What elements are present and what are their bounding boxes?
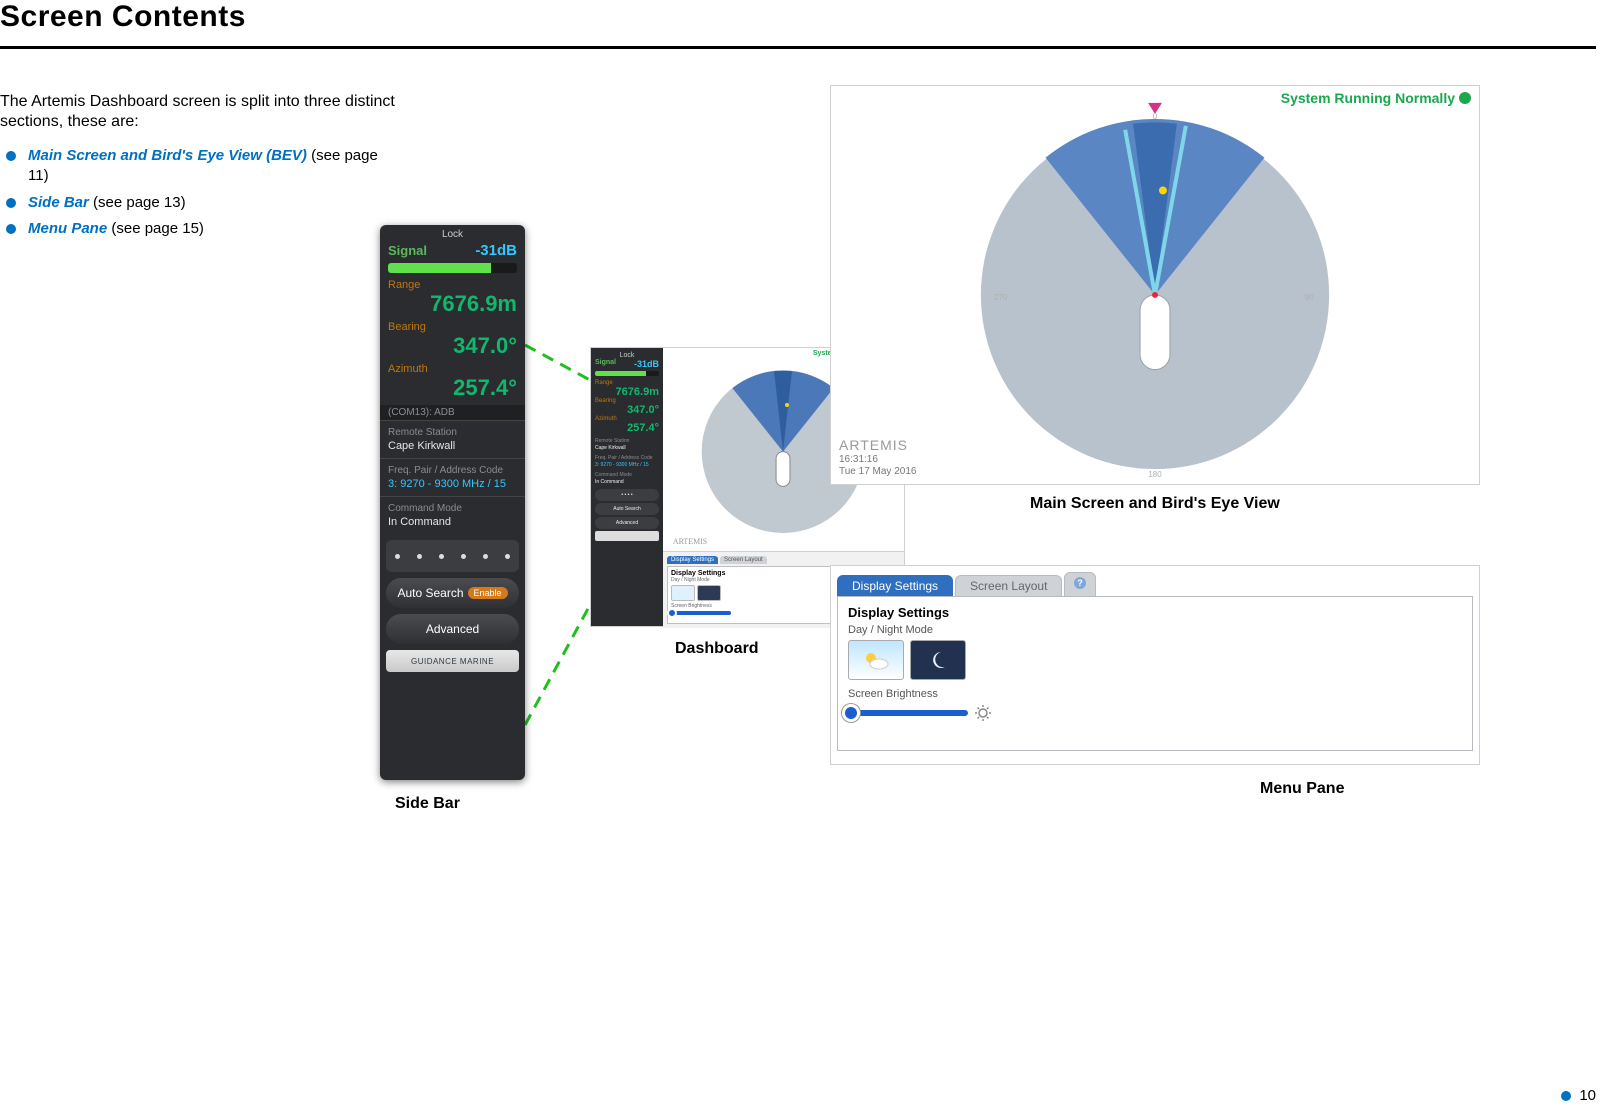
moon-icon (923, 648, 953, 672)
status-dot-icon (1459, 92, 1471, 104)
brand-badge: GUIDANCE MARINE (386, 650, 519, 672)
bearing-value: 347.0° (380, 333, 525, 363)
sidebar-panel: Lock Signal -31dB Range7676.9m Bearing34… (380, 225, 525, 780)
auto-search-label: Auto Search (397, 586, 463, 600)
freq-label: Freq. Pair / Address Code (388, 465, 517, 476)
advanced-button[interactable]: Advanced (386, 614, 519, 644)
range-label: Range (380, 279, 525, 291)
day-mode-button[interactable] (848, 640, 904, 680)
signal-bar (388, 263, 517, 273)
bullet-link: Side Bar (28, 194, 89, 211)
auto-search-button[interactable]: Auto Search Enable (386, 578, 519, 608)
bullet-sidebar: Side Bar (see page 13) (0, 193, 395, 213)
cmd-mode-value: In Command (388, 516, 517, 528)
section-bullets: Main Screen and Bird's Eye View (BEV) (s… (0, 140, 395, 245)
bearing-label: Bearing (380, 321, 525, 333)
caption-sidebar: Side Bar (395, 795, 460, 813)
advanced-label: Advanced (426, 622, 479, 636)
svg-text:ARTEMIS: ARTEMIS (673, 537, 707, 546)
bullet-bev: Main Screen and Bird's Eye View (BEV) (s… (0, 146, 395, 187)
footer-bullet-icon (1561, 1091, 1571, 1101)
azimuth-label: Azimuth (380, 363, 525, 375)
title-rule (0, 46, 1596, 49)
caption-menupane: Menu Pane (1260, 780, 1344, 798)
help-icon: ? (1073, 576, 1087, 590)
nav-dots-button[interactable] (386, 540, 519, 572)
svg-text:0: 0 (1153, 112, 1158, 121)
tab-help[interactable]: ? (1064, 572, 1096, 596)
menu-heading: Display Settings (848, 605, 1462, 620)
cmd-mode-label: Command Mode (388, 503, 517, 514)
remote-station-value: Cape Kirkwall (388, 440, 517, 452)
svg-text:90: 90 (1305, 293, 1314, 302)
tab-display-settings[interactable]: Display Settings (837, 575, 953, 596)
brightness-label: Screen Brightness (848, 688, 1462, 700)
com-port: (COM13): ADB (380, 405, 525, 420)
svg-text:270: 270 (994, 293, 1008, 302)
bullet-ref: (see page 13) (89, 194, 186, 211)
daynight-label: Day / Night Mode (848, 624, 1462, 636)
freq-value: 3: 9270 - 9300 MHz / 15 (388, 478, 517, 490)
signal-value: -31dB (475, 242, 517, 259)
page-title: Screen Contents (0, 0, 246, 34)
lock-label: Lock (380, 225, 525, 240)
intro-text: The Artemis Dashboard screen is split in… (0, 92, 395, 132)
caption-dashboard: Dashboard (675, 640, 759, 658)
night-mode-button[interactable] (910, 640, 966, 680)
bev-panel: System Running Normally 0 90 180 270 ARTEMI… (830, 85, 1480, 485)
slider-knob[interactable] (842, 704, 860, 722)
caption-bev: Main Screen and Bird's Eye View (1030, 495, 1280, 513)
bullet-link: Main Screen and Bird's Eye View (BEV) (28, 147, 307, 164)
bullet-menupane: Menu Pane (see page 15) (0, 219, 395, 239)
dash-sidebar: Lock Signal-31dB Range7676.9m Bearing347… (591, 348, 663, 626)
svg-text:180: 180 (1148, 470, 1162, 479)
enable-pill: Enable (468, 587, 508, 599)
bullet-link: Menu Pane (28, 220, 107, 237)
bev-brand: ARTEMIS 16:31:16 Tue 17 May 2016 (839, 437, 916, 478)
tab-screen-layout[interactable]: Screen Layout (955, 575, 1062, 596)
azimuth-value: 257.4° (380, 375, 525, 405)
signal-label: Signal (388, 243, 427, 258)
brightness-slider[interactable] (848, 704, 1462, 722)
remote-station-label: Remote Station (388, 427, 517, 438)
bullet-ref: (see page 15) (107, 220, 204, 237)
range-value: 7676.9m (380, 291, 525, 321)
sun-cloud-icon (861, 648, 891, 672)
svg-text:?: ? (1078, 578, 1084, 588)
menu-pane-panel: Display Settings Screen Layout ? Display… (830, 565, 1480, 765)
brightness-icon (974, 704, 992, 722)
system-status: System Running Normally (1281, 90, 1471, 106)
page-footer: 10 (1561, 1087, 1596, 1104)
page-number: 10 (1579, 1087, 1596, 1104)
